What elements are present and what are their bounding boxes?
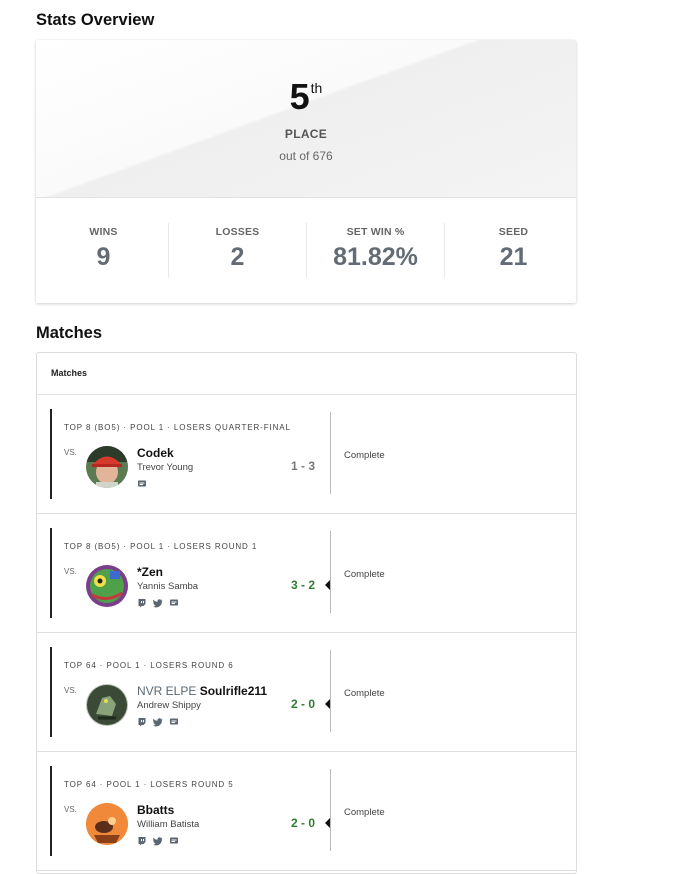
gamertag: *Zen (137, 565, 164, 579)
placement-suffix: th (310, 80, 323, 96)
placement-number: 5 (289, 76, 310, 117)
twitch-icon[interactable] (137, 595, 147, 608)
opponent-name[interactable]: Codek (137, 446, 174, 460)
opponent-real-name: Yannis Samba (137, 581, 199, 592)
stat-divider (444, 223, 445, 278)
gamertag: Bbatts (137, 803, 175, 817)
placement-panel: 5th PLACE out of 676 (36, 40, 576, 198)
match-round-label: TOP 64 · POOL 1 · LOSERS ROUND 5 (64, 780, 234, 789)
social-links (137, 714, 179, 727)
match-score: 1 - 3 (291, 459, 316, 473)
match-row[interactable]: TOP 8 (BO5) · POOL 1 · LOSERS QUARTER-FI… (37, 395, 576, 514)
chat-icon[interactable] (169, 595, 179, 606)
stat-losses: LOSSES 2 (170, 198, 305, 303)
match-status: Complete (344, 807, 385, 818)
twitter-icon[interactable] (153, 595, 163, 608)
stat-label: SEED (498, 226, 529, 238)
chat-icon[interactable] (169, 833, 179, 844)
opponent-name[interactable]: *Zen (137, 565, 163, 579)
vs-label: VS. (64, 448, 77, 457)
opponent-real-name: William Batista (137, 819, 200, 830)
stat-label: SET WIN % (346, 226, 405, 238)
stat-divider (168, 223, 169, 278)
match-left-bar (50, 409, 52, 499)
opponent-real-name: Trevor Young (137, 462, 194, 473)
avatar[interactable] (86, 446, 128, 488)
matches-card: Matches TOP 8 (BO5) · POOL 1 · LOSERS QU… (36, 352, 577, 874)
match-round-label: TOP 8 (BO5) · POOL 1 · LOSERS QUARTER-FI… (64, 423, 291, 432)
vs-label: VS. (64, 567, 77, 576)
avatar[interactable] (86, 684, 128, 726)
match-score: 2 - 0 (291, 816, 316, 830)
match-left-bar (50, 647, 52, 737)
match-left-bar (50, 766, 52, 856)
avatar[interactable] (86, 565, 128, 607)
chat-icon[interactable] (137, 476, 147, 487)
social-links (137, 595, 179, 608)
match-right-bar (330, 650, 331, 732)
stat-value: 21 (499, 243, 528, 271)
stat-seed: SEED 21 (446, 198, 576, 303)
matches-heading: Matches (36, 324, 103, 342)
match-round-label: TOP 64 · POOL 1 · LOSERS ROUND 6 (64, 661, 234, 670)
placement-value: 5th (36, 77, 576, 124)
stat-wins: WINS 9 (36, 198, 171, 303)
twitch-icon[interactable] (137, 714, 147, 727)
stat-label: WINS (89, 226, 118, 238)
opponent-name[interactable]: Bbatts (137, 803, 174, 817)
twitter-icon[interactable] (153, 833, 163, 846)
match-score: 2 - 0 (291, 697, 316, 711)
match-right-bar (330, 769, 331, 851)
team-prefix: NVR ELPE (137, 684, 197, 698)
match-right-bar (330, 412, 331, 494)
stat-label: LOSSES (215, 226, 260, 238)
match-row[interactable]: TOP 8 (BO5) · POOL 1 · LOSERS ROUND 1 VS… (37, 514, 576, 633)
opponent-name[interactable]: NVR ELPE Soulrifle211 (137, 684, 267, 698)
placement-total: out of 676 (279, 149, 333, 163)
gamertag: Soulrifle211 (199, 684, 268, 698)
stat-set-win-percent: SET WIN % 81.82% (308, 198, 443, 303)
match-row[interactable]: TOP 64 · POOL 1 · LOSERS ROUND 6 VS. NVR… (37, 633, 576, 752)
stat-value: 9 (96, 243, 111, 271)
stat-value: 81.82% (333, 243, 418, 271)
vs-label: VS. (64, 805, 77, 814)
vs-label: VS. (64, 686, 77, 695)
social-links (137, 833, 179, 846)
twitch-icon[interactable] (137, 833, 147, 846)
gamertag: Codek (137, 446, 174, 460)
stats-overview-card: 5th PLACE out of 676 WINS 9 LOSSES 2 SET… (36, 40, 576, 303)
match-round-label: TOP 8 (BO5) · POOL 1 · LOSERS ROUND 1 (64, 542, 258, 551)
opponent-real-name: Andrew Shippy (137, 700, 201, 711)
stat-divider (306, 223, 307, 278)
match-status: Complete (344, 450, 385, 461)
stats-overview-heading: Stats Overview (36, 11, 155, 29)
twitter-icon[interactable] (153, 714, 163, 727)
chat-icon[interactable] (169, 714, 179, 725)
matches-card-header: Matches (37, 353, 576, 395)
social-links (137, 476, 147, 487)
match-status: Complete (344, 569, 385, 580)
match-left-bar (50, 528, 52, 618)
match-score: 3 - 2 (291, 578, 316, 592)
placement-label: PLACE (284, 127, 328, 141)
match-row[interactable]: TOP 64 · POOL 1 · LOSERS ROUND 5 VS. Bba… (37, 752, 576, 871)
stat-value: 2 (230, 243, 245, 271)
avatar[interactable] (86, 803, 128, 845)
match-status: Complete (344, 688, 385, 699)
match-right-bar (330, 531, 331, 613)
matches-card-title: Matches (51, 368, 88, 378)
